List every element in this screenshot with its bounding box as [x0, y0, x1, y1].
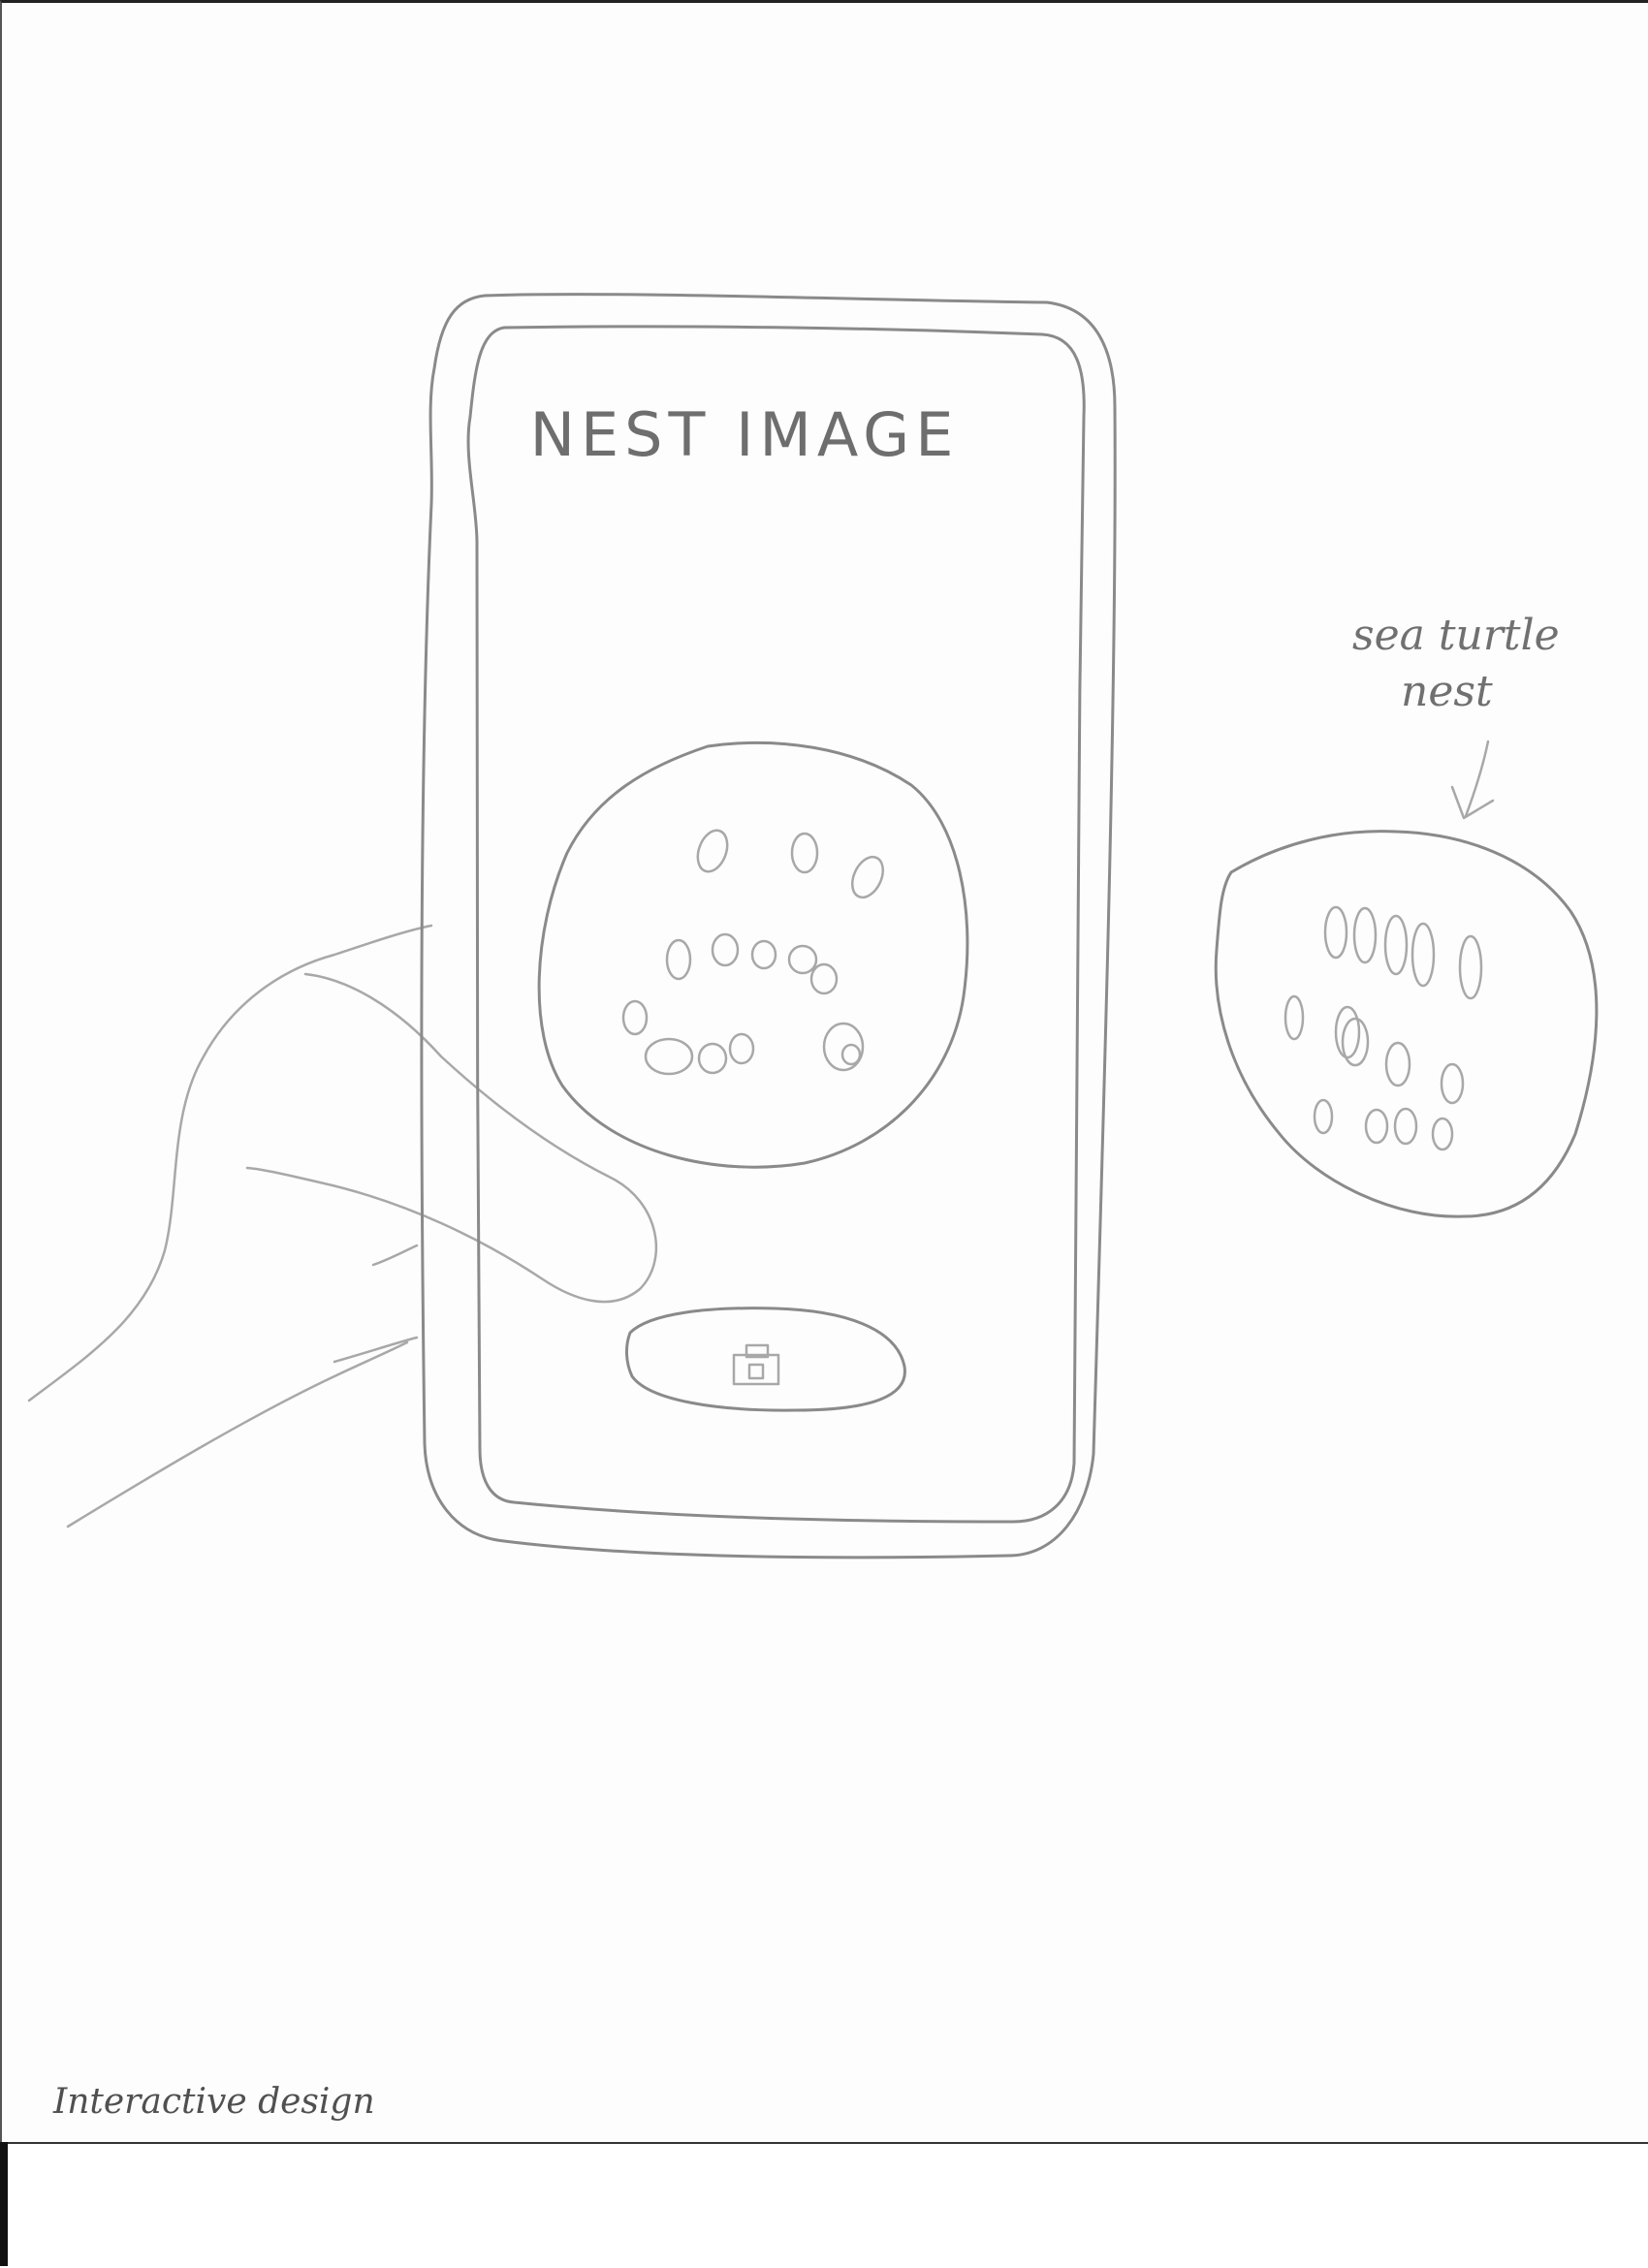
scanned-sheet: NEST IMAGE sea turtle nest Interactive d… [0, 0, 1648, 2268]
phone-screen [466, 325, 1086, 1524]
camera-icon [732, 1343, 780, 1386]
footer-label: Interactive design [52, 2082, 375, 2122]
camera-button[interactable] [625, 1307, 906, 1412]
nest-image[interactable] [537, 740, 969, 1169]
annotation-label-line2: nest [1401, 667, 1493, 716]
screen-title: NEST IMAGE [530, 399, 960, 470]
hand-drawing [27, 924, 658, 1528]
phone-body [420, 293, 1117, 1559]
annotation-label-line1: sea turtle [1352, 611, 1560, 660]
arrow-down-icon [1450, 740, 1495, 820]
reference-nest-drawing [1214, 830, 1599, 1218]
wireframe-sketch: NEST IMAGE sea turtle nest Interactive d… [27, 293, 1599, 2122]
